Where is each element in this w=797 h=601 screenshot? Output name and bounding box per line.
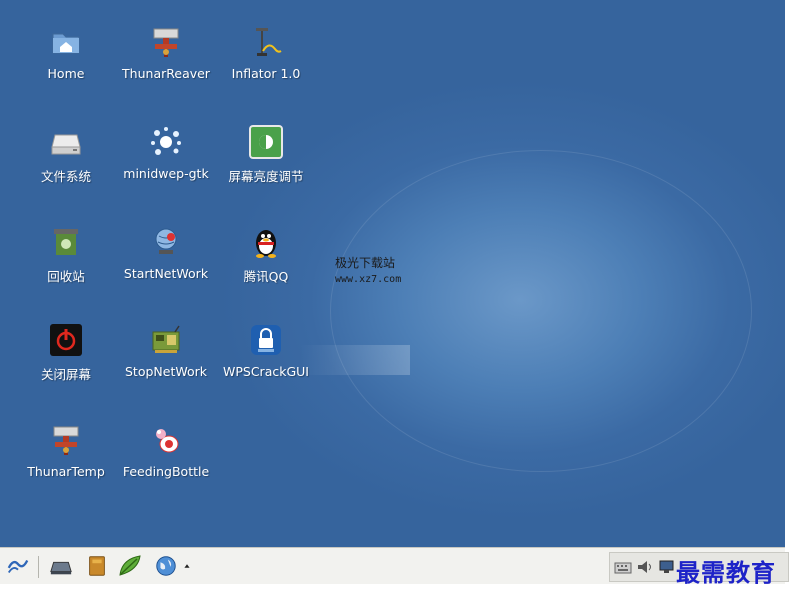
desktop-icon-label: ThunarReaver	[122, 66, 210, 81]
text-editor-icon[interactable]	[117, 553, 143, 579]
desktop-icon-label: WPSCrackGUI	[223, 364, 309, 379]
wps-lock-icon	[248, 322, 284, 358]
penguin-icon	[248, 224, 284, 260]
desktop-icon-label: 关闭屏幕	[40, 367, 91, 382]
desktop-icon-label: 回收站	[47, 269, 85, 284]
desktop-icon-label: FeedingBottle	[122, 464, 210, 479]
feeding-bottle-icon	[148, 422, 184, 458]
hydrant-icon	[48, 422, 84, 458]
logo-overlay: 最需教育	[676, 558, 776, 587]
keyboard-icon[interactable]	[614, 558, 632, 576]
desktop-icon-minidwep[interactable]: minidwep-gtk	[116, 124, 216, 181]
desktop-icon-wpscrack[interactable]: WPSCrackGUI	[216, 322, 316, 379]
desktop[interactable]: Home ThunarReaver Inflator 1.0 文件系统 mini…	[0, 0, 785, 547]
desktop-icon-stopnetwork[interactable]: StopNetWork	[116, 322, 216, 379]
desktop-icon-label: ThunarTemp	[27, 464, 105, 479]
desktop-icon-startnetwork[interactable]: StartNetWork	[116, 224, 216, 281]
desktop-icon-feedingbottle[interactable]: FeedingBottle	[116, 422, 216, 479]
show-desktop-icon[interactable]	[48, 553, 74, 579]
desktop-icon-label: Inflator 1.0	[231, 66, 301, 81]
desktop-icon-screen-off[interactable]: 关闭屏幕	[16, 322, 116, 383]
desktop-icon-label: Home	[47, 66, 85, 81]
watermark-line1: 极光下载站	[335, 256, 396, 270]
desktop-icon-qq[interactable]: 腾讯QQ	[216, 224, 316, 285]
more-arrow-icon[interactable]	[180, 553, 194, 579]
hydrant-icon	[148, 24, 184, 60]
desktop-icon-filesystem[interactable]: 文件系统	[16, 124, 116, 185]
desktop-icon-label: 屏幕亮度调节	[228, 169, 304, 184]
app-menu-icon[interactable]	[5, 553, 31, 579]
network-globe-icon	[148, 224, 184, 260]
desktop-icon-brightness[interactable]: 屏幕亮度调节	[216, 124, 316, 185]
power-icon	[48, 322, 84, 358]
taskbar	[0, 547, 789, 584]
desktop-icon-thunartemp[interactable]: ThunarTemp	[16, 422, 116, 479]
taskbar-separator	[38, 556, 39, 578]
desktop-icon-label: 文件系统	[40, 169, 91, 184]
network-monitor-icon[interactable]	[658, 558, 676, 576]
desktop-icon-label: minidwep-gtk	[123, 166, 209, 181]
trash-icon	[48, 224, 84, 260]
desktop-icon-trash[interactable]: 回收站	[16, 224, 116, 285]
watermark-line2: www.xz7.com	[335, 274, 402, 285]
desktop-icon-label: StopNetWork	[124, 364, 207, 379]
desktop-icon-label: StartNetWork	[123, 266, 209, 281]
web-browser-icon[interactable]	[153, 553, 179, 579]
network-card-icon	[148, 322, 184, 358]
desktop-icon-inflator[interactable]: Inflator 1.0	[216, 24, 316, 81]
desktop-icon-home[interactable]: Home	[16, 24, 116, 81]
screen-edge	[785, 0, 797, 601]
brightness-icon	[248, 124, 284, 160]
home-folder-icon	[48, 24, 84, 60]
file-manager-icon[interactable]	[84, 553, 110, 579]
splash-icon	[148, 124, 184, 160]
volume-icon[interactable]	[636, 558, 654, 576]
desktop-icon-label: 腾讯QQ	[243, 269, 289, 284]
pump-icon	[248, 24, 284, 60]
drive-icon	[48, 124, 84, 160]
watermark: 极光下载站 www.xz7.com	[335, 254, 401, 285]
desktop-icon-thunarreaver[interactable]: ThunarReaver	[116, 24, 216, 81]
